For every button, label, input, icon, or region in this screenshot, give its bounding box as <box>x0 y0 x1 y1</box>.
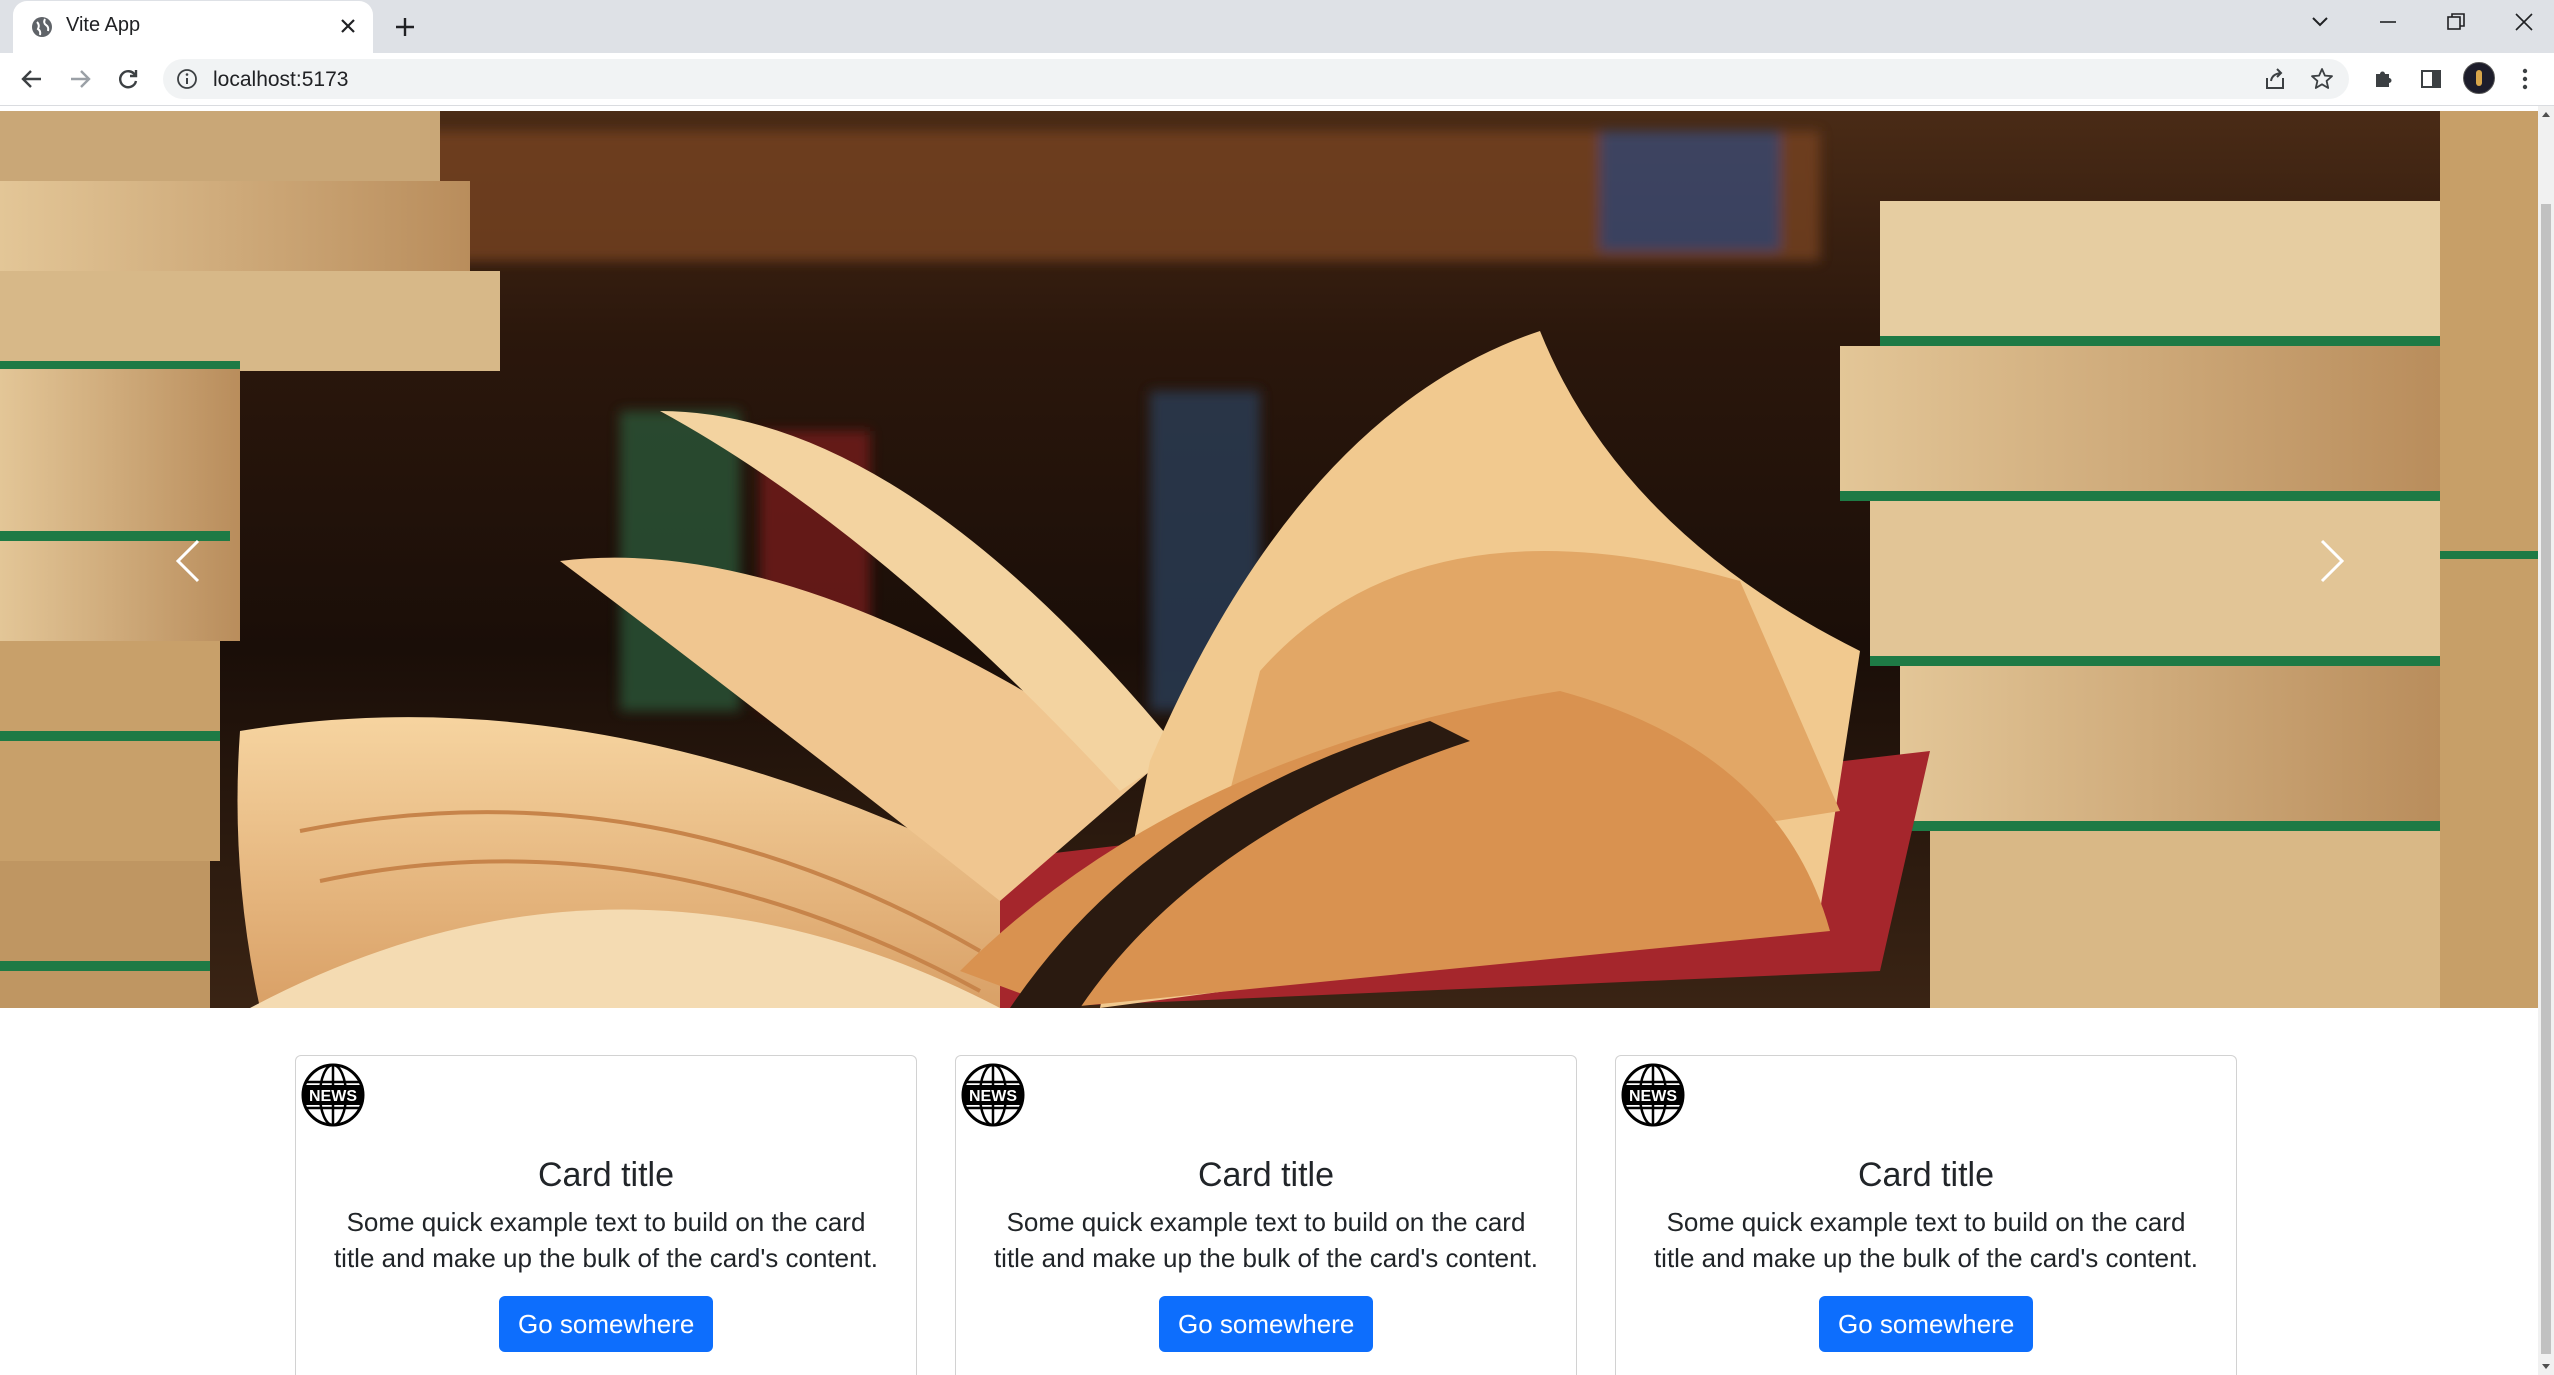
bookmark-button[interactable] <box>2306 63 2338 95</box>
tab-title: Vite App <box>66 14 141 36</box>
menu-button[interactable] <box>2506 60 2544 98</box>
back-arrow-icon <box>21 70 41 88</box>
card-text: Some quick example text to build on the … <box>333 1207 879 1273</box>
minimize-icon <box>2380 21 2396 23</box>
browser-toolbar: localhost:5173 <box>0 53 2554 106</box>
url-text: localhost:5173 <box>213 68 349 91</box>
restore-button[interactable] <box>2428 0 2484 44</box>
restore-icon <box>2447 13 2465 30</box>
globe-icon <box>32 17 52 37</box>
chevron-left-icon <box>175 539 200 583</box>
share-icon <box>2266 68 2284 89</box>
extensions-button[interactable] <box>2365 60 2403 98</box>
page-viewport: NEWS Card title Some quick example text … <box>0 106 2538 1375</box>
news-logo-text: NEWS <box>309 1088 357 1105</box>
carousel-prev-button[interactable] <box>128 491 248 631</box>
tab-close-button[interactable] <box>331 9 365 43</box>
go-somewhere-button[interactable]: Go somewhere <box>1819 1296 2034 1352</box>
puzzle-icon <box>2376 71 2392 87</box>
card-title: Card title <box>537 1156 675 1194</box>
news-globe-icon: NEWS <box>961 1063 1025 1127</box>
chevron-right-icon <box>2320 539 2345 583</box>
forward-arrow-icon <box>71 70 91 88</box>
scroll-up-arrow-icon[interactable] <box>2541 110 2551 120</box>
side-panel-icon <box>2421 70 2441 88</box>
side-panel-button[interactable] <box>2412 60 2450 98</box>
tab-search-button[interactable] <box>2292 0 2348 44</box>
news-globe-icon: NEWS <box>1621 1063 1685 1127</box>
card: NEWS Card title Some quick example text … <box>1615 1055 2237 1375</box>
star-icon <box>2311 68 2333 89</box>
browser-tab[interactable]: Vite App <box>13 1 373 53</box>
close-icon <box>2515 13 2533 31</box>
plus-icon <box>396 18 414 36</box>
new-tab-button[interactable] <box>386 8 424 46</box>
address-bar[interactable]: localhost:5173 <box>163 59 2349 99</box>
close-icon <box>341 19 355 33</box>
carousel-image <box>0 111 2538 1008</box>
share-button[interactable] <box>2259 63 2291 95</box>
go-somewhere-button[interactable]: Go somewhere <box>1159 1296 1374 1352</box>
page-scrollbar[interactable] <box>2538 106 2554 1375</box>
card-text: Some quick example text to build on the … <box>1653 1207 2199 1273</box>
carousel-next-button[interactable] <box>2272 491 2392 631</box>
reload-icon <box>119 70 138 89</box>
reload-button[interactable] <box>108 59 148 99</box>
card-title: Card title <box>1857 1156 1995 1194</box>
news-logo-text: NEWS <box>969 1088 1017 1105</box>
forward-button[interactable] <box>60 59 100 99</box>
kebab-menu-icon <box>2522 68 2528 90</box>
card: NEWS Card title Some quick example text … <box>955 1055 1577 1375</box>
card: NEWS Card title Some quick example text … <box>295 1055 917 1375</box>
tab-strip: Vite App <box>0 0 2554 53</box>
avatar[interactable] <box>2463 62 2495 94</box>
card-title: Card title <box>1197 1156 1335 1194</box>
go-somewhere-button[interactable]: Go somewhere <box>499 1296 714 1352</box>
news-globe-icon: NEWS <box>301 1063 365 1127</box>
back-button[interactable] <box>12 59 52 99</box>
carousel <box>0 111 2538 1008</box>
info-icon <box>177 69 197 89</box>
scrollbar-thumb[interactable] <box>2541 204 2551 1354</box>
news-logo-text: NEWS <box>1629 1088 1677 1105</box>
chevron-down-icon <box>2312 17 2328 27</box>
minimize-button[interactable] <box>2360 0 2416 44</box>
scroll-down-arrow-icon[interactable] <box>2541 1361 2551 1371</box>
close-window-button[interactable] <box>2496 0 2552 44</box>
card-text: Some quick example text to build on the … <box>993 1207 1539 1273</box>
